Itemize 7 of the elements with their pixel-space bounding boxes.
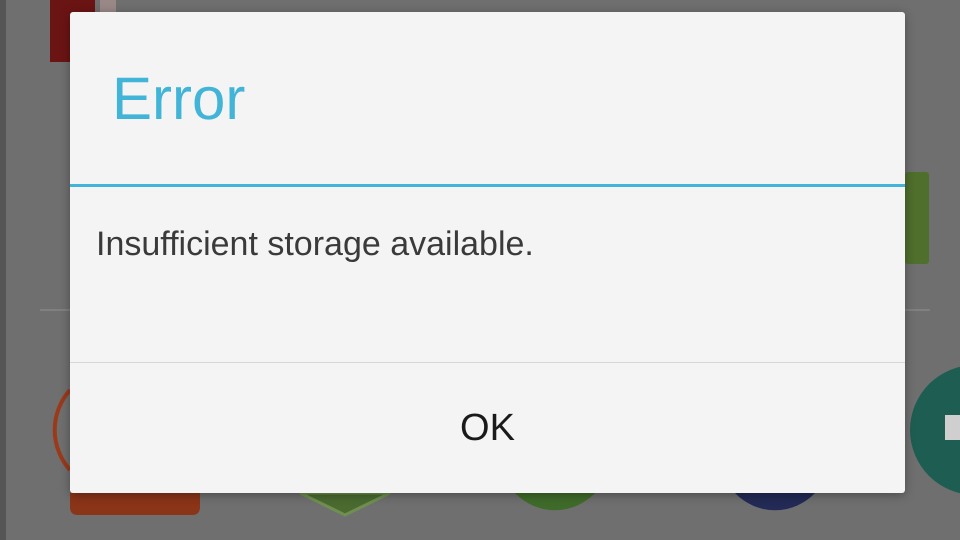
app-icon: [735, 493, 815, 510]
ok-button[interactable]: OK: [70, 363, 905, 493]
dialog-message: Insufficient storage available.: [96, 225, 535, 264]
app-icon: [515, 493, 595, 510]
app-icon: [910, 365, 960, 495]
app-icon: [52, 388, 200, 515]
dialog-title: Error: [112, 64, 246, 132]
